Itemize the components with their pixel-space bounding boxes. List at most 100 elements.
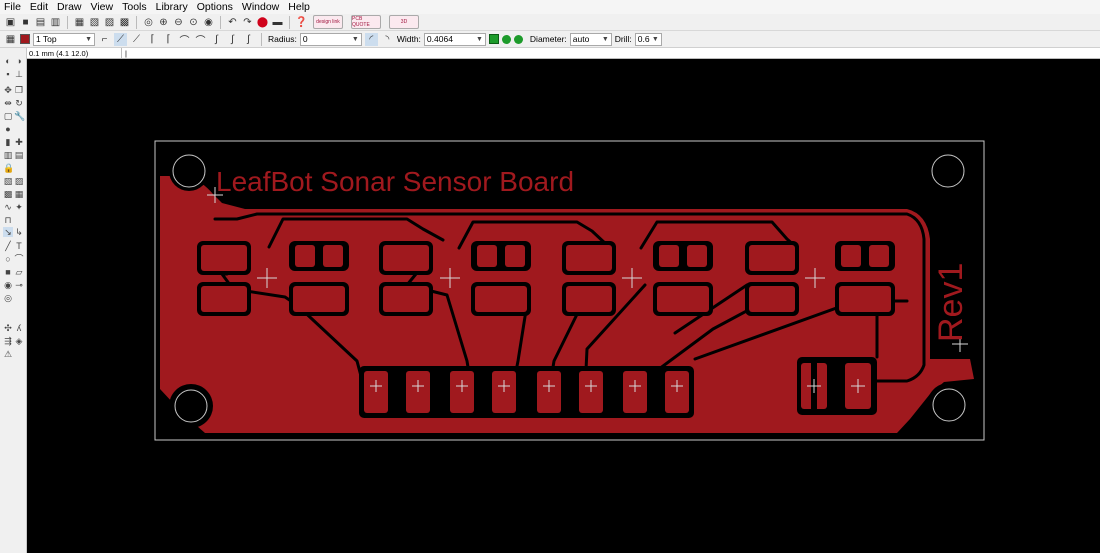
board-icon[interactable]: ▦ [73, 16, 86, 29]
stop-icon[interactable]: ⬤ [256, 16, 269, 29]
circle-icon[interactable]: ○ [3, 254, 13, 264]
lock-icon[interactable]: 🔒 [3, 163, 14, 173]
width-select[interactable]: 0.4064 ▼ [423, 32, 486, 46]
wire-bend-7-icon[interactable]: ∫ [210, 33, 223, 46]
autoroute-icon[interactable]: ↳ [14, 227, 24, 237]
design-link-button[interactable]: design link [313, 15, 343, 29]
menu-options[interactable]: Options [197, 1, 233, 13]
go-icon[interactable]: ▬ [271, 16, 284, 29]
mark-icon[interactable]: ⊥ [14, 69, 24, 79]
layer-color-swatch [20, 34, 30, 44]
board-title-text: LeafBot Sonar Sensor Board [216, 166, 574, 197]
print-icon[interactable]: ▤ [34, 16, 47, 29]
menu-edit[interactable]: Edit [30, 1, 48, 13]
diameter-select[interactable]: auto ▼ [569, 32, 612, 46]
delete-icon[interactable]: ▮ [3, 137, 13, 147]
wire-bend-4-icon[interactable]: ⌈ [162, 33, 175, 46]
wire-bend-0-icon[interactable]: ⌐ [98, 33, 111, 46]
erc-icon[interactable]: ◈ [14, 336, 24, 346]
via-square-icon[interactable] [488, 34, 499, 44]
wire-bend-6-icon[interactable]: ⌒ [194, 33, 207, 47]
info-icon[interactable]: ◐ [3, 56, 13, 66]
miter-icon[interactable]: ▨ [14, 176, 24, 186]
parameter-toolbar: ▦ 1 Top ▼ ⌐ ⟋ ⟋ ⌈ ⌈ ⌒ ⌒ ∫ ∫ ʃ Radius: 0 ▼ … [0, 31, 1100, 48]
open-icon[interactable]: ▣ [4, 16, 17, 29]
polygon-icon[interactable]: ▱ [14, 267, 24, 277]
meander-icon[interactable]: ∿ [3, 202, 13, 212]
zoom-out-icon[interactable]: ⊖ [172, 16, 185, 29]
split-icon[interactable]: ▩ [3, 189, 13, 199]
arc-cw-icon[interactable]: ◜ [364, 32, 378, 46]
rect-icon[interactable]: ■ [3, 267, 13, 277]
drc-icon[interactable]: ⇶ [3, 336, 13, 346]
mirror-icon[interactable]: ⇹ [3, 98, 13, 108]
help-icon[interactable]: ❓ [295, 16, 308, 29]
errors-icon[interactable]: ⚠ [3, 349, 13, 359]
menu-view[interactable]: View [91, 1, 114, 13]
radius-select[interactable]: 0 ▼ [299, 32, 362, 46]
change-icon[interactable]: 🔧 [14, 111, 25, 121]
show-icon[interactable]: ◑ [14, 56, 24, 66]
zoom-fit-icon[interactable]: ◎ [142, 16, 155, 29]
name-icon[interactable]: ▥ [3, 150, 13, 160]
wire-bend-2-icon[interactable]: ⟋ [130, 33, 143, 46]
menu-window[interactable]: Window [242, 1, 279, 13]
redraw-icon[interactable]: ◉ [202, 16, 215, 29]
via-icon[interactable]: ◉ [3, 280, 13, 290]
board-canvas[interactable]: LeafBot Sonar Sensor Board Rev1 [27, 59, 1100, 553]
menu-library[interactable]: Library [156, 1, 188, 13]
text-icon[interactable]: T [14, 241, 24, 251]
layer-select[interactable]: 1 Top ▼ [33, 32, 95, 46]
replace-icon[interactable]: ✦ [14, 202, 24, 212]
display-icon[interactable]: ▪ [3, 69, 13, 79]
layer-icon[interactable]: ▧ [88, 16, 101, 29]
zoom-select-icon[interactable]: ⊙ [187, 16, 200, 29]
menu-help[interactable]: Help [288, 1, 310, 13]
via-round-icon[interactable] [501, 34, 511, 44]
route-icon[interactable]: ↘ [3, 227, 13, 237]
add-icon[interactable]: ✚ [14, 137, 24, 147]
board-drawing[interactable]: LeafBot Sonar Sensor Board Rev1 [27, 59, 1100, 553]
wire-bend-1-icon[interactable]: ⟋ [114, 32, 127, 46]
hole-icon[interactable]: ◎ [3, 293, 13, 303]
3d-button[interactable]: 3D [389, 15, 419, 29]
signal-icon[interactable]: ⊸ [14, 280, 24, 290]
toolbar-separator [136, 15, 137, 29]
arc-icon[interactable]: ⌒ [14, 254, 24, 264]
menu-file[interactable]: File [4, 1, 21, 13]
undo-icon[interactable]: ↶ [226, 16, 239, 29]
pcb-quote-button[interactable]: PCB QUOTE [351, 15, 381, 29]
ripup-icon[interactable]: ⊓ [3, 215, 13, 225]
redo-icon[interactable]: ↷ [241, 16, 254, 29]
script-icon[interactable]: ▨ [103, 16, 116, 29]
value-icon[interactable]: ▤ [14, 150, 24, 160]
optimize-icon[interactable]: ▦ [14, 189, 24, 199]
auto-icon[interactable]: ʎ [14, 323, 24, 333]
via-octagon-icon[interactable] [513, 34, 523, 44]
toolbar-separator [220, 15, 221, 29]
cam-icon[interactable]: ▥ [49, 16, 62, 29]
zoom-in-icon[interactable]: ⊕ [157, 16, 170, 29]
grid-icon[interactable]: ▦ [4, 33, 17, 46]
ratsnest-icon[interactable]: ✣ [3, 323, 13, 333]
wire-bend-5-icon[interactable]: ⌒ [178, 33, 191, 47]
chevron-down-icon: ▼ [601, 35, 609, 43]
copy-icon[interactable]: ❐ [14, 85, 24, 95]
arc-ccw-icon[interactable]: ◝ [381, 33, 394, 46]
ulp-icon[interactable]: ▩ [118, 16, 131, 29]
command-input[interactable]: | [122, 49, 127, 58]
menu-tools[interactable]: Tools [122, 1, 147, 13]
drill-select[interactable]: 0.6 ▼ [634, 32, 662, 46]
wire-bend-3-icon[interactable]: ⌈ [146, 33, 159, 46]
diameter-label: Diameter: [529, 34, 567, 44]
move-icon[interactable]: ✥ [3, 85, 13, 95]
group-icon[interactable]: ▢ [3, 111, 13, 121]
paste-icon[interactable]: ● [3, 124, 13, 134]
rotate-icon[interactable]: ↻ [14, 98, 24, 108]
wire-icon[interactable]: ╱ [3, 241, 13, 251]
smash-icon[interactable]: ▧ [3, 176, 13, 186]
save-icon[interactable]: ■ [19, 16, 32, 29]
wire-bend-8-icon[interactable]: ∫ [226, 33, 239, 46]
menu-draw[interactable]: Draw [57, 1, 82, 13]
wire-bend-9-icon[interactable]: ʃ [242, 33, 255, 46]
